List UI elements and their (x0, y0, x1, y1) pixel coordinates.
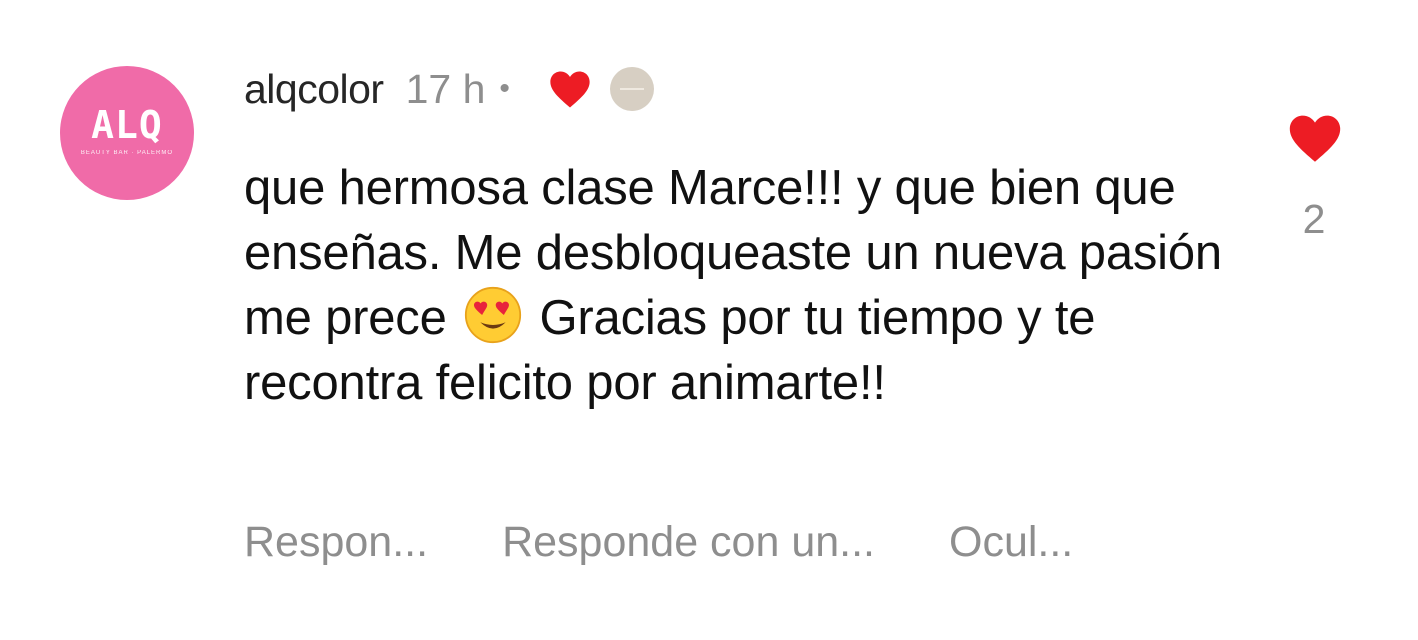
timestamp: 17 h (405, 65, 486, 112)
avatar[interactable]: ALQ BEAUTY BAR · PALERMO (60, 66, 194, 200)
comment: ALQ BEAUTY BAR · PALERMO alqcolor 17 h •… (0, 0, 1418, 640)
avatar-logo-tagline: BEAUTY BAR · PALERMO (80, 150, 174, 156)
creator-liked-heart-icon (550, 71, 590, 108)
avatar-logo-text: ALQ (91, 103, 163, 147)
like-heart-icon[interactable] (1287, 112, 1343, 164)
comment-actions: Respon... Responde con un... Ocul... (244, 512, 1147, 572)
comment-text: que hermosa clase Marce!!! y que bien qu… (244, 156, 1244, 416)
reply-with-button[interactable]: Responde con un... (502, 518, 875, 567)
username[interactable]: alqcolor (244, 66, 384, 113)
separator-dot: • (499, 72, 510, 105)
heart-eyes-emoji-icon (464, 286, 522, 344)
hide-button[interactable]: Ocul... (949, 518, 1073, 567)
comment-header: alqcolor 17 h • (244, 62, 654, 116)
like-count: 2 (1302, 196, 1326, 242)
creator-avatar (609, 67, 654, 111)
reply-button[interactable]: Respon... (244, 518, 428, 567)
